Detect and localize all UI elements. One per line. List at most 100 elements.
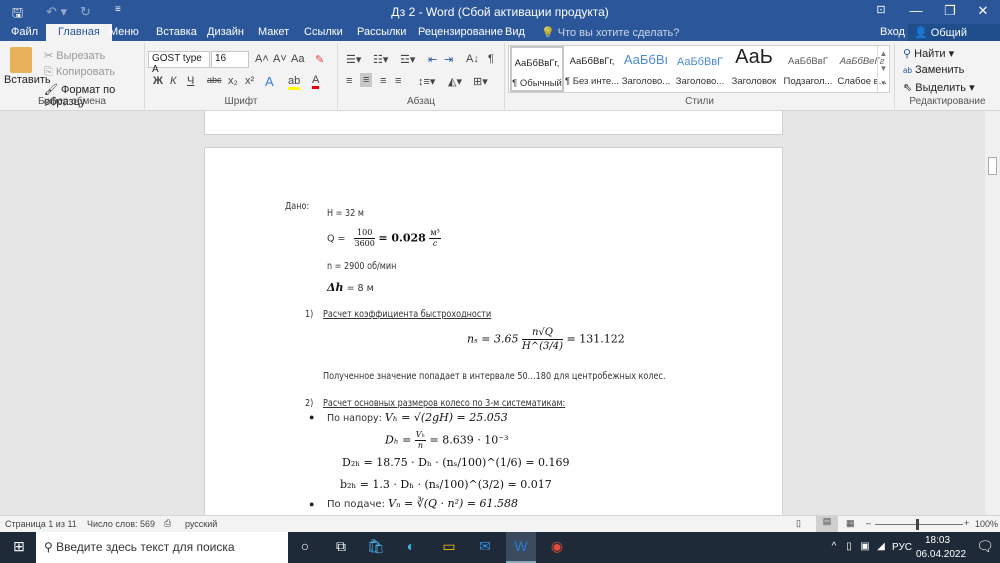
bold-button[interactable]: Ж <box>153 75 163 87</box>
document-area[interactable]: Дано: H = 32 м Q = 100 3600 = 0.028 м³ с n… <box>0 111 985 515</box>
windows-start-icon[interactable]: ⊞ <box>8 538 30 557</box>
tab-insert[interactable]: Вставка <box>156 26 197 38</box>
flow-label: По подаче: <box>327 499 389 510</box>
tab-file[interactable]: Файл <box>11 26 38 38</box>
shading-icon[interactable]: ◭▾ <box>448 75 462 88</box>
share-button[interactable]: 👤 Общий доступ <box>908 24 1000 51</box>
italic-button[interactable]: К <box>170 75 176 87</box>
proofing-icon[interactable]: ⎙ <box>164 518 171 529</box>
language[interactable]: русский <box>185 519 217 529</box>
status-bar: Страница 1 из 11 Число слов: 569 ⎙ русск… <box>0 515 1000 532</box>
ribbon-display-icon[interactable]: ⊡ <box>866 3 896 16</box>
sign-in-link[interactable]: Вход <box>880 26 905 38</box>
replace-icon: ab <box>903 66 912 75</box>
change-case-button[interactable]: Aa <box>291 53 304 65</box>
sort-icon[interactable]: A↓ <box>466 53 479 65</box>
given-dh: Δh = 8 м <box>327 281 374 294</box>
q-den: 3600 <box>354 239 375 248</box>
subscript-icon[interactable]: x₂ <box>228 75 238 87</box>
tab-design[interactable]: Дизайн <box>207 26 244 38</box>
justify-icon[interactable]: ≡ <box>395 75 401 87</box>
tab-layout[interactable]: Макет <box>258 26 289 38</box>
taskbar: ⊞ ⚲ Введите здесь текст для поиска ○ ⧉ 🛍… <box>0 532 1000 563</box>
close-button[interactable]: ✕ <box>968 3 998 19</box>
zoom-slider[interactable] <box>875 524 963 525</box>
style-no-spacing[interactable]: АаБбВвГг, ¶ Без инте... <box>565 46 619 92</box>
text-effects-icon[interactable]: A <box>265 74 274 89</box>
paragraph-label: Абзац <box>406 96 436 107</box>
word-count[interactable]: Число слов: 569 <box>87 519 155 529</box>
web-layout-icon[interactable]: ▦ <box>846 518 855 529</box>
word-icon[interactable]: W <box>506 532 536 563</box>
style-heading2[interactable]: АаБбВвГ Заголово... <box>673 46 727 92</box>
clear-formatting-icon[interactable]: ✎ <box>315 53 324 66</box>
style-heading1[interactable]: АаБбВı Заголово... <box>619 46 673 92</box>
edge-icon[interactable]: ◐ <box>400 538 422 557</box>
style-normal[interactable]: АаБбВвГг, ¶ Обычный <box>510 46 564 92</box>
clock-date[interactable]: 06.04.2022 <box>916 549 966 560</box>
Dh-den: n <box>417 441 423 450</box>
cortana-icon[interactable]: ○ <box>294 538 316 557</box>
print-layout-icon[interactable]: ▤ <box>816 516 838 532</box>
task-view-icon[interactable]: ⧉ <box>330 538 352 557</box>
shrink-font-icon[interactable]: A˅ <box>273 53 287 65</box>
bullets-icon[interactable]: ☰▾ <box>346 53 361 66</box>
select-button[interactable]: ⇖ Выделить ▾ <box>903 81 975 94</box>
show-marks-icon[interactable]: ¶ <box>488 53 494 65</box>
replace-button[interactable]: ab Заменить <box>903 64 964 76</box>
tell-me-box[interactable]: 💡 Что вы хотите сделать? <box>541 26 679 39</box>
vertical-scrollbar[interactable] <box>985 111 1000 515</box>
zoom-out-button[interactable]: – <box>866 518 871 528</box>
page-2[interactable]: Дано: H = 32 м Q = 100 3600 = 0.028 м³ с n… <box>204 147 783 515</box>
decrease-indent-icon[interactable]: ⇤ <box>428 53 437 66</box>
style-preview: АаБбВвГг, <box>514 58 560 69</box>
styles-scroll[interactable]: ▲ ▼ ⯆ <box>877 46 889 92</box>
increase-indent-icon[interactable]: ⇥ <box>444 53 453 66</box>
copy-button[interactable]: ⎘ Копировать <box>44 66 115 79</box>
tab-mailings[interactable]: Рассылки <box>357 26 406 38</box>
zoom-level[interactable]: 100% <box>975 519 998 529</box>
minimize-button[interactable]: — <box>901 3 931 18</box>
borders-icon[interactable]: ⊞▾ <box>473 75 488 88</box>
store-icon[interactable]: 🛍 <box>365 538 387 557</box>
font-size-select[interactable]: 16 <box>211 51 249 68</box>
chrome-icon[interactable]: ◉ <box>546 538 568 557</box>
restore-button[interactable]: ❐ <box>935 3 965 19</box>
line-spacing-icon[interactable]: ↕≡▾ <box>418 75 435 88</box>
zoom-in-button[interactable]: + <box>964 518 969 528</box>
notifications-icon[interactable]: 🗨 <box>974 538 996 557</box>
taskbar-search[interactable]: ⚲ Введите здесь текст для поиска <box>36 532 288 563</box>
superscript-icon[interactable]: x² <box>245 75 254 87</box>
underline-button[interactable]: Ч <box>187 75 194 87</box>
grow-font-icon[interactable]: A˄ <box>255 53 269 65</box>
read-mode-icon[interactable]: ▯ <box>796 518 801 529</box>
numbering-icon[interactable]: ☷▾ <box>373 53 388 66</box>
find-button[interactable]: ⚲ Найти ▾ <box>903 47 954 60</box>
cut-button[interactable]: ✂ Вырезать <box>44 49 105 62</box>
font-name-select[interactable]: GOST type A <box>148 51 210 75</box>
clock-time[interactable]: 18:03 <box>925 535 950 546</box>
tab-view[interactable]: Вид <box>505 26 525 38</box>
scroll-thumb[interactable] <box>988 157 997 175</box>
tab-review[interactable]: Рецензирование <box>418 26 503 38</box>
zoom-slider-thumb[interactable] <box>916 519 919 530</box>
page-count[interactable]: Страница 1 из 11 <box>5 519 77 529</box>
align-center-icon[interactable]: ≡ <box>360 73 373 87</box>
tab-menu[interactable]: Меню <box>109 26 139 38</box>
font-color-icon[interactable]: A <box>312 74 320 89</box>
search-icon: ⚲ <box>44 540 53 554</box>
tab-home[interactable]: Главная <box>46 24 112 41</box>
volume-icon[interactable]: ◢ <box>870 541 892 560</box>
input-language[interactable]: РУС <box>892 542 912 553</box>
highlight-icon[interactable]: ab <box>288 75 301 90</box>
mail-icon[interactable]: ✉ <box>474 538 496 557</box>
style-subtitle[interactable]: АаБбВвГ Подзагол... <box>781 46 835 92</box>
align-left-icon[interactable]: ≡ <box>346 75 352 87</box>
style-title[interactable]: АаЬ Заголовок <box>727 46 781 92</box>
multilevel-list-icon[interactable]: ☲▾ <box>400 53 415 66</box>
q-unit-num: м³ <box>429 228 441 239</box>
strikethrough-icon[interactable]: abc <box>207 75 222 85</box>
align-right-icon[interactable]: ≡ <box>380 75 386 87</box>
file-explorer-icon[interactable]: ▭ <box>438 538 460 557</box>
tab-references[interactable]: Ссылки <box>304 26 343 38</box>
